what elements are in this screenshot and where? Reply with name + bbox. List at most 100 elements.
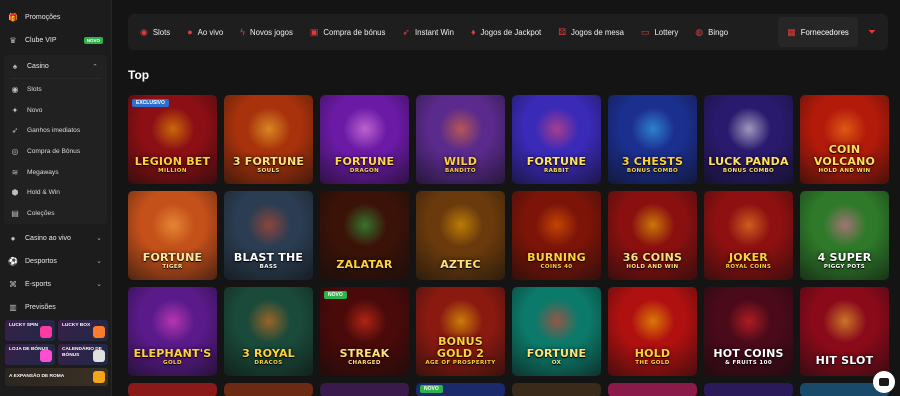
chat-button[interactable]	[873, 371, 895, 393]
jackpot-icon: ♦	[470, 27, 476, 37]
game-title-main: Burning	[527, 250, 586, 264]
promo-tile[interactable]: LUCKY BOX	[58, 320, 108, 341]
nav-tab-label: Slots	[152, 27, 171, 37]
game-title: Burning COINS 40	[524, 250, 589, 280]
sidebar-item-label: Megaways	[27, 168, 59, 176]
game-tile[interactable]: Hold THE GOLD	[608, 287, 697, 376]
game-tile[interactable]: Hit Slot	[800, 287, 889, 376]
sidebar-item-hold-win[interactable]: ⬢ Hold & Win	[4, 182, 107, 203]
nav-tab-jogos-de-mesa[interactable]: ⚄ Jogos de mesa	[558, 27, 624, 38]
game-title: Zalatar	[333, 259, 395, 280]
chevron-down-icon: ⌄	[96, 235, 102, 243]
sidebar-item-megaways[interactable]: ≋ Megaways	[4, 162, 107, 183]
sidebar-item-casino[interactable]: ♠ Casino ⌃	[4, 55, 107, 78]
game-tile[interactable]: Burning COINS 40	[512, 191, 601, 280]
hold-icon: ⬢	[11, 188, 19, 198]
game-tile[interactable]: Blast the BASS	[224, 191, 313, 280]
game-title-sub: AGE OF PROSPERITY	[425, 360, 496, 367]
sidebar-item-slots[interactable]: ◉ Slots	[4, 79, 107, 100]
sidebar-item-e-sports[interactable]: ⌘ E-sports ⌄	[0, 273, 111, 296]
sidebar-item-clube-vip[interactable]: ♛ Clube VIP NOVO	[0, 29, 111, 52]
game-title: Wild BANDITO	[441, 154, 480, 184]
game-tile[interactable]: Aztec	[416, 191, 505, 280]
nav-tab-lottery[interactable]: ▭ Lottery	[641, 27, 678, 38]
game-tile[interactable]	[704, 383, 793, 396]
sidebar-item-novo[interactable]: ✦ Novo	[4, 100, 107, 121]
providers-label: Fornecedores	[800, 27, 849, 37]
game-title: Luck Panda BONUS COMBO	[705, 155, 791, 184]
game-title-main: Wild	[443, 154, 478, 168]
promo-label: A EXPANSÃO DE ROMA	[9, 374, 65, 380]
game-tile[interactable]: Fortune OX	[512, 287, 601, 376]
game-tile[interactable]: 3 Fortune SOULS	[224, 95, 313, 184]
game-title-sub: TIGER	[162, 264, 183, 271]
nav-tab-ao-vivo[interactable]: ● Ao vivo	[187, 27, 223, 37]
filter-button[interactable]: ⏷	[860, 17, 884, 47]
bag-icon: ▣	[309, 26, 319, 37]
game-title: Hot Coins & FRUITS 100	[710, 347, 786, 376]
game-title: Elephant's GOLD	[131, 347, 215, 376]
promo-tile[interactable]: LUCKY SPIN	[5, 320, 55, 341]
sidebar-item-cole-es[interactable]: ▤ Coleções	[4, 203, 107, 224]
game-tile[interactable]: 4 Super PIGGY POTS	[800, 191, 889, 280]
game-title: Fortune RABBIT	[524, 155, 589, 184]
game-tile[interactable]: Bonus Gold 2 AGE OF PROSPERITY	[416, 287, 505, 376]
sidebar-item-desportos[interactable]: ⚽ Desportos ⌄	[0, 250, 111, 273]
game-tile[interactable]: Luck Panda BONUS COMBO	[704, 95, 793, 184]
game-title-sub: ROYAL COINS	[725, 264, 772, 271]
game-tile[interactable]	[608, 383, 697, 396]
nav-tab-compra-de-b-nus[interactable]: ▣ Compra de bónus	[310, 27, 386, 38]
game-title: Fortune TIGER	[140, 250, 205, 280]
game-title-sub: DRACOS	[254, 360, 283, 367]
promo-tile[interactable]: CALENDÁRIO DE BÓNUS	[58, 344, 108, 365]
game-tile[interactable]: Fortune DRAGON	[320, 95, 409, 184]
game-tile[interactable]: Wild BANDITO	[416, 95, 505, 184]
game-tile[interactable]: EXCLUSIVO Legion Bet MILLION	[128, 95, 217, 184]
game-tile[interactable]: Elephant's GOLD	[128, 287, 217, 376]
promo-tile[interactable]: A EXPANSÃO DE ROMA	[5, 368, 108, 386]
sidebar-item-label: Novo	[27, 106, 43, 114]
game-title: 36 Coins HOLD AND WIN	[620, 251, 685, 280]
game-title-main: Fortune	[526, 346, 587, 360]
game-tile[interactable]: NOVO Streak CHARGED	[320, 287, 409, 376]
sidebar-item-label: Desportos	[25, 257, 57, 265]
nav-tab-slots[interactable]: ◉ Slots	[140, 27, 170, 38]
game-tile[interactable]	[512, 383, 601, 396]
game-title-main: Fortune	[142, 250, 203, 264]
sidebar-item-compra-de-b-nus[interactable]: ◎ Compra de Bônus	[4, 141, 107, 162]
game-tile[interactable]: NOVO	[416, 383, 505, 396]
game-tile[interactable]: Hot Coins & FRUITS 100	[704, 287, 793, 376]
game-title: Fortune OX	[524, 346, 589, 376]
sidebar-item-previs-es[interactable]: ▥ Previsões	[0, 296, 111, 319]
game-title: 3 Fortune SOULS	[230, 155, 307, 184]
game-title-main: 4 Super	[817, 250, 872, 264]
game-tile[interactable]	[320, 383, 409, 396]
game-title-main: Coin Volcano	[813, 143, 876, 168]
promo-tile[interactable]: LOJA DE BÓNUS	[5, 344, 55, 365]
game-title-main: Aztec	[440, 258, 481, 272]
sidebar-item-casino-ao-vivo[interactable]: ● Casino ao vivo ⌄	[0, 227, 111, 250]
chevron-up-icon: ⌃	[92, 63, 98, 71]
game-tile[interactable]: 3 Chests BONUS COMBO	[608, 95, 697, 184]
sidebar-item-label: Casino ao vivo	[25, 234, 71, 242]
providers-button[interactable]: ▦ Fornecedores	[778, 17, 858, 47]
game-tile[interactable]: Fortune TIGER	[128, 191, 217, 280]
game-tile[interactable]: Fortune RABBIT	[512, 95, 601, 184]
game-tile[interactable]: Coin Volcano HOLD AND WIN	[800, 95, 889, 184]
nav-tab-bingo[interactable]: ◍ Bingo	[695, 27, 728, 38]
game-tile[interactable]: Joker ROYAL COINS	[704, 191, 793, 280]
nav-tab-novos-jogos[interactable]: ϟ Novos jogos	[240, 27, 293, 37]
nav-tab-instant-win[interactable]: ➶ Instant Win	[402, 27, 454, 38]
game-tile[interactable]: Zalatar	[320, 191, 409, 280]
game-tile[interactable]: 36 Coins HOLD AND WIN	[608, 191, 697, 280]
slot-icon: ◉	[11, 84, 19, 94]
game-tile[interactable]	[224, 383, 313, 396]
sidebar-item-label: Slots	[27, 85, 42, 93]
nav-tab-jogos-de-jackpot[interactable]: ♦ Jogos de Jackpot	[471, 27, 541, 37]
game-title: Hit Slot	[813, 355, 877, 376]
sidebar-item-ganhos-imediatos[interactable]: ➶ Ganhos imediatos	[4, 120, 107, 141]
sidebar-item-label: Promoções	[25, 14, 61, 21]
game-tile[interactable]: 3 Royal DRACOS	[224, 287, 313, 376]
game-tile[interactable]	[128, 383, 217, 396]
sidebar-item-promo-es[interactable]: 🎁 Promoções	[0, 6, 111, 29]
